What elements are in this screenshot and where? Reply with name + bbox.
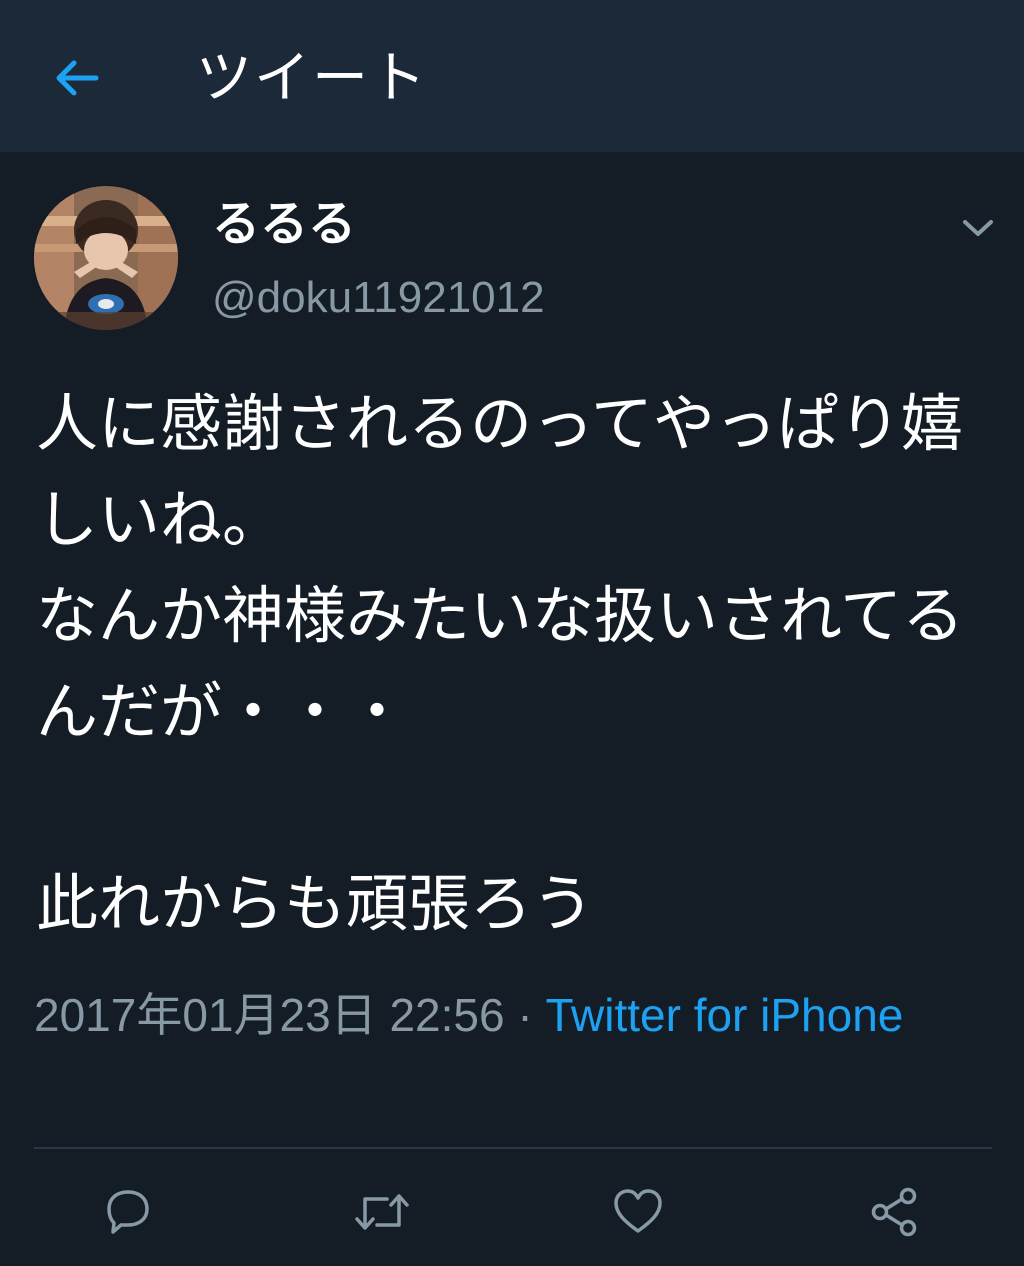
arrow-left-icon bbox=[56, 60, 99, 96]
meta-separator: · bbox=[504, 989, 546, 1041]
tweet-meta: 2017年01月23日 22:56 · Twitter for iPhone bbox=[34, 980, 974, 1050]
tweet-detail: るるる @doku11921012 人に感謝されるのってやっぱり嬉しいね。 なん… bbox=[0, 152, 1024, 1266]
tweet-source-link[interactable]: Twitter for iPhone bbox=[545, 989, 903, 1041]
back-button[interactable] bbox=[44, 46, 108, 110]
reply-button[interactable] bbox=[96, 1180, 160, 1244]
heart-icon bbox=[614, 1189, 662, 1233]
display-name[interactable]: るるる bbox=[212, 194, 356, 254]
top-app-bar: ツイート bbox=[0, 0, 1024, 152]
page-title: ツイート bbox=[196, 46, 428, 111]
tweet-options-button[interactable] bbox=[956, 206, 1000, 250]
chevron-down-icon bbox=[963, 220, 993, 236]
user-handle[interactable]: @doku11921012 bbox=[212, 270, 545, 326]
share-button[interactable] bbox=[862, 1180, 926, 1244]
like-button[interactable] bbox=[606, 1180, 670, 1244]
tweet-text: 人に感謝されるのってやっぱり嬉しいね。 なんか神様みたいな扱いされてるんだが・・… bbox=[36, 387, 965, 940]
avatar[interactable] bbox=[34, 186, 178, 330]
share-icon bbox=[871, 1187, 917, 1237]
retweet-icon bbox=[355, 1194, 409, 1230]
tweet-timestamp: 2017年01月23日 22:56 bbox=[34, 989, 505, 1041]
avatar-photo bbox=[34, 186, 178, 330]
reply-icon bbox=[107, 1190, 149, 1234]
retweet-button[interactable] bbox=[350, 1180, 414, 1244]
divider bbox=[34, 1147, 992, 1149]
